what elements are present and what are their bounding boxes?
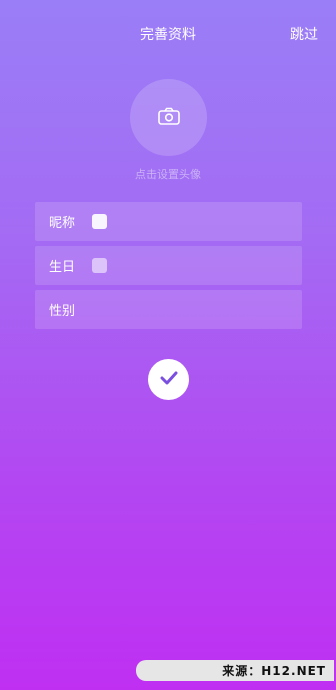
nickname-field[interactable]: 昵称 (35, 202, 302, 241)
camera-icon (157, 107, 180, 129)
avatar-hint: 点击设置头像 (135, 168, 201, 181)
profile-form: 昵称 生日 性别 (35, 202, 302, 334)
watermark-text: 来源：H12.NET (222, 664, 326, 678)
birthday-field[interactable]: 生日 (35, 246, 302, 285)
gender-label: 性别 (49, 304, 76, 319)
nickname-input[interactable] (92, 214, 107, 229)
birthday-label: 生日 (49, 260, 76, 275)
top-bar: 完善资料 跳过 (0, 0, 336, 64)
page-title: 完善资料 (140, 27, 196, 43)
nickname-label: 昵称 (49, 216, 76, 231)
profile-setup-screen: 完善资料 跳过 点击设置头像 昵称 生日 性别 来源：H12.NET (0, 0, 336, 690)
gender-field[interactable]: 性别 (35, 290, 302, 329)
source-watermark: 来源：H12.NET (136, 660, 334, 681)
skip-button[interactable]: 跳过 (290, 24, 318, 44)
confirm-button[interactable] (148, 359, 189, 400)
avatar-upload-button[interactable] (130, 79, 207, 156)
checkmark-icon (159, 370, 179, 390)
birthday-input[interactable] (92, 258, 107, 273)
